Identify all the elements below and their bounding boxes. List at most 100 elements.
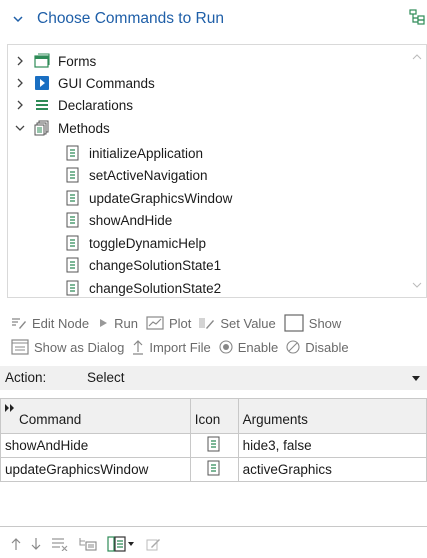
disable-icon — [286, 340, 300, 354]
method-icon — [65, 280, 81, 296]
tree-item-declarations[interactable]: Declarations — [14, 94, 133, 116]
tree-item-gui-commands[interactable]: GUI Commands — [14, 72, 155, 94]
delete-rows-icon[interactable] — [51, 537, 69, 551]
enable-button[interactable]: Enable — [219, 340, 278, 355]
add-row-icon[interactable] — [79, 537, 97, 551]
arguments-cell[interactable]: hide3, false — [237, 433, 427, 458]
table-row[interactable]: showAndHide hide3, false — [0, 433, 427, 458]
run-label: Run — [114, 315, 138, 331]
disable-label: Disable — [305, 339, 349, 355]
table-row[interactable]: updateGraphicsWindow activeGraphics — [0, 457, 427, 482]
chevron-right-icon[interactable] — [14, 99, 26, 111]
method-icon — [65, 212, 81, 228]
tree-item-method[interactable]: setActiveNavigation — [65, 164, 208, 186]
method-icon — [207, 436, 220, 452]
import-file-button[interactable]: Import File — [132, 339, 211, 355]
tree-item-forms[interactable]: Forms — [14, 50, 96, 72]
method-icon — [207, 460, 220, 476]
tree-item-label: Methods — [58, 120, 110, 136]
declarations-icon — [34, 97, 50, 113]
tree-item-method[interactable]: updateGraphicsWindow — [65, 187, 232, 209]
tree-item-label: Forms — [58, 53, 97, 69]
move-up-icon[interactable] — [11, 537, 21, 551]
column-header-icon[interactable]: Icon — [189, 398, 239, 434]
add-command-icon[interactable] — [107, 536, 135, 552]
arguments-header-label: Arguments — [242, 412, 308, 427]
command-cell[interactable]: showAndHide — [0, 433, 191, 458]
section-header[interactable]: Choose Commands to Run — [0, 0, 427, 40]
edit-node-button[interactable]: Edit Node — [11, 316, 89, 331]
tree-item-label: updateGraphicsWindow — [89, 190, 233, 206]
tree-item-label: toggleDynamicHelp — [89, 235, 207, 251]
command-tree[interactable]: Forms GUI Commands Declarations Methods … — [7, 44, 427, 298]
method-icon — [65, 167, 81, 183]
action-label: Action: — [5, 370, 47, 385]
chevron-right-icon[interactable] — [14, 55, 26, 67]
tree-settings-icon[interactable] — [408, 8, 427, 28]
method-icon — [65, 190, 81, 206]
node-toolbar-secondary: Show as Dialog Import File Enable Disabl… — [11, 336, 357, 358]
show-as-dialog-button[interactable]: Show as Dialog — [11, 339, 124, 355]
scroll-up-icon[interactable] — [412, 53, 422, 61]
chevron-right-icon[interactable] — [14, 77, 26, 89]
tree-item-label: changeSolutionState2 — [89, 280, 222, 296]
move-down-icon[interactable] — [31, 537, 41, 551]
edit-node-icon — [12, 318, 26, 329]
table-toolbar — [11, 535, 171, 553]
tree-item-label: initializeApplication — [89, 145, 204, 161]
enable-icon — [219, 340, 233, 354]
tree-item-method[interactable]: changeSolutionState1 — [65, 254, 221, 276]
tree-item-label: showAndHide — [89, 212, 173, 228]
icon-header-label: Icon — [194, 412, 221, 427]
run-button[interactable]: Run — [97, 316, 138, 331]
methods-icon — [34, 120, 50, 136]
tree-item-method[interactable]: initializeApplication — [65, 142, 203, 164]
action-select-row[interactable]: Action: Select — [0, 366, 427, 390]
tree-item-method[interactable]: toggleDynamicHelp — [65, 232, 206, 254]
dialog-icon — [11, 339, 29, 355]
method-icon — [65, 145, 81, 161]
section-title: Choose Commands to Run — [37, 10, 224, 27]
tree-item-method[interactable]: showAndHide — [65, 209, 172, 231]
table-header-row: Command Icon Arguments — [0, 398, 427, 434]
command-header-label: Command — [19, 412, 82, 427]
show-button[interactable]: Show — [284, 314, 342, 332]
column-header-command[interactable]: Command — [0, 398, 191, 434]
plot-label: Plot — [168, 315, 192, 331]
tree-item-method[interactable]: changeSolutionState2 — [65, 277, 222, 297]
column-header-arguments[interactable]: Arguments — [237, 398, 427, 434]
edit-command-icon[interactable] — [145, 536, 161, 552]
tree-item-label: GUI Commands — [58, 75, 155, 91]
forms-icon — [34, 53, 50, 69]
show-label: Show — [308, 315, 342, 331]
edit-node-label: Edit Node — [32, 315, 90, 331]
enable-label: Enable — [237, 339, 279, 355]
table-empty-area — [0, 485, 427, 527]
tree-item-methods[interactable]: Methods — [14, 117, 110, 139]
chevron-down-icon[interactable] — [14, 122, 26, 134]
move-columns-icon[interactable] — [4, 403, 16, 413]
scroll-down-icon[interactable] — [412, 281, 422, 289]
show-window-icon — [284, 314, 304, 332]
play-icon — [34, 75, 50, 91]
method-icon — [65, 257, 81, 273]
set-value-button[interactable]: Set Value — [199, 315, 276, 331]
arguments-cell[interactable]: activeGraphics — [237, 457, 427, 482]
disable-button[interactable]: Disable — [286, 339, 349, 355]
plot-button[interactable]: Plot — [146, 316, 191, 331]
icon-cell[interactable] — [189, 457, 239, 482]
set-value-label: Set Value — [220, 315, 276, 331]
tree-item-label: Declarations — [58, 97, 134, 113]
show-as-dialog-label: Show as Dialog — [34, 339, 125, 355]
tree-item-label: setActiveNavigation — [89, 167, 208, 183]
set-value-icon — [199, 318, 215, 329]
import-file-icon — [133, 340, 144, 355]
node-toolbar: Edit Node Run Plot Set Value Show — [11, 313, 349, 333]
plot-icon — [146, 316, 164, 330]
dropdown-caret-icon[interactable] — [411, 375, 421, 382]
play-icon — [100, 319, 108, 327]
icon-cell[interactable] — [189, 433, 239, 458]
action-select[interactable]: Select — [87, 370, 125, 385]
chevron-down-icon[interactable] — [12, 13, 24, 25]
command-cell[interactable]: updateGraphicsWindow — [0, 457, 191, 482]
